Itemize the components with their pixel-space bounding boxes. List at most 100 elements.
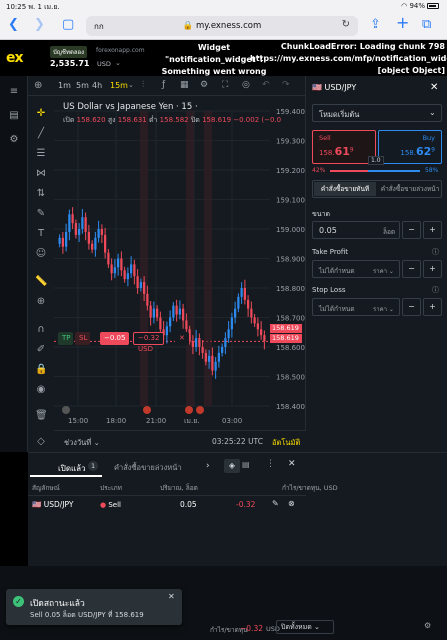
- brush-icon[interactable]: ✎: [35, 208, 47, 220]
- view-toggle-icon[interactable]: ◈: [224, 459, 240, 473]
- menu-icon[interactable]: ≡: [8, 86, 20, 98]
- eye-icon[interactable]: ◉: [35, 384, 47, 396]
- undo-icon[interactable]: ↶: [262, 80, 270, 90]
- chart-grid: [54, 110, 270, 407]
- zoom-in-icon[interactable]: ⊕: [35, 296, 47, 308]
- sell-button[interactable]: Sell 158.619: [312, 130, 376, 164]
- layout-icon[interactable]: ▦: [180, 80, 189, 90]
- magnet-icon[interactable]: ∩: [35, 324, 47, 336]
- back-icon[interactable]: ❮: [8, 18, 19, 32]
- text-tool-icon[interactable]: T: [35, 228, 47, 240]
- candle-body: [61, 237, 64, 247]
- timeframe-1m[interactable]: 1m: [58, 81, 71, 90]
- add-symbol-icon[interactable]: ⊕: [34, 80, 42, 91]
- auto-scale-button[interactable]: อัตโนมัติ: [272, 437, 300, 449]
- position-close-button[interactable]: ✕: [175, 332, 189, 345]
- candle-body: [182, 308, 185, 321]
- tab-pending-orders[interactable]: คำสั่งซื้อขายล่วงหน้า: [114, 462, 182, 474]
- toast-close-icon[interactable]: ✕: [168, 592, 175, 601]
- sl-unit-select[interactable]: ราคา ⌄: [373, 304, 394, 314]
- drawing-toolbar: ✛ ╱ ☰ ⋈ ⇅ ✎ T ☺ 📏 ⊕ ∩ ✐ 🔒 ◉ 🗑 ◇: [28, 96, 54, 452]
- y-tick-label: 159.300: [276, 138, 305, 146]
- pattern-icon[interactable]: ⋈: [35, 168, 47, 180]
- lock-drawing-icon[interactable]: ✐: [35, 344, 47, 356]
- share-icon[interactable]: ⇪: [370, 18, 381, 32]
- new-tab-icon[interactable]: +: [396, 15, 409, 31]
- buy-button[interactable]: Buy 158.629: [378, 130, 442, 164]
- redo-icon[interactable]: ↷: [282, 80, 290, 90]
- timeframe-dropdown-icon[interactable]: ⌄: [128, 81, 134, 89]
- time-axis: 15:00 18:00 21:00 เม.ย. 03:00: [62, 406, 242, 425]
- ruler-icon[interactable]: 📏: [35, 276, 47, 288]
- crosshair-icon[interactable]: ✛: [35, 108, 47, 120]
- sl-increase-button[interactable]: +: [423, 298, 442, 316]
- tab-market-order[interactable]: คำสั่งซื้อขายทันที: [314, 182, 376, 196]
- account-dropdown-icon[interactable]: ⌄: [115, 59, 121, 67]
- tp-decrease-button[interactable]: −: [402, 260, 421, 278]
- utc-clock[interactable]: 03:25:22 UTC: [212, 437, 263, 446]
- indicators-icon[interactable]: ƒ: [162, 80, 165, 90]
- fullscreen-icon[interactable]: ⛶: [222, 80, 228, 90]
- trades-close-icon[interactable]: ✕: [288, 459, 296, 469]
- timeframe-5m[interactable]: 5m: [76, 81, 89, 90]
- open-label: เปิด: [63, 116, 75, 124]
- camera-icon[interactable]: ◎: [242, 80, 250, 90]
- prediction-icon[interactable]: ⇅: [35, 188, 47, 200]
- footer-settings-icon[interactable]: ⚙: [424, 621, 431, 630]
- trendline-icon[interactable]: ╱: [35, 128, 47, 140]
- candle-body: [149, 305, 152, 318]
- group-view-icon[interactable]: ▤: [242, 460, 250, 469]
- sl-info-icon[interactable]: ⓘ: [432, 285, 439, 295]
- account-balance[interactable]: 2,535.71: [50, 59, 89, 68]
- emoji-icon[interactable]: ☺: [35, 248, 47, 260]
- position-sl-button[interactable]: SL: [75, 332, 90, 345]
- reload-icon[interactable]: ↻: [342, 19, 350, 30]
- more-options-icon[interactable]: ⋮: [266, 459, 275, 469]
- volume-decrease-button[interactable]: −: [402, 221, 421, 239]
- tabs-scroll-right-icon[interactable]: ›: [206, 461, 210, 471]
- volume-increase-button[interactable]: +: [423, 221, 442, 239]
- tab-pending-order[interactable]: คำสั่งซื้อขายล่วงหน้า: [379, 182, 441, 196]
- candlestick-chart[interactable]: 159.400159.300159.200159.100159.000158.9…: [54, 96, 306, 430]
- volume-input[interactable]: 0.05 ล็อต: [312, 221, 400, 239]
- close-position-icon[interactable]: ⊗: [288, 499, 295, 508]
- url-text[interactable]: 🔒 my.exness.com: [86, 21, 358, 31]
- chart-type-icon[interactable]: ⫶: [142, 80, 144, 90]
- address-bar[interactable]: กก 🔒 my.exness.com ↻: [86, 16, 358, 36]
- edit-position-icon[interactable]: ✎: [272, 499, 279, 508]
- position-tp-button[interactable]: TP: [58, 332, 73, 345]
- trash-icon[interactable]: 🗑: [35, 410, 48, 422]
- forward-icon[interactable]: ❯: [34, 18, 45, 32]
- favorites-icon[interactable]: ◇: [35, 436, 47, 448]
- tabs-icon[interactable]: ⧉: [422, 18, 431, 32]
- tp-info-icon[interactable]: ⓘ: [432, 247, 439, 257]
- order-mode-select[interactable]: โหมดเริ่มต้น ⌄: [312, 104, 442, 122]
- candle-body: [204, 352, 207, 362]
- stop-loss-input[interactable]: ไม่ได้กำหนด ราคา ⌄: [312, 298, 400, 316]
- symbol-header[interactable]: 🇺🇸 USD/JPY: [312, 83, 356, 92]
- col-pnl: กำไร/ขาดทุน, USD: [282, 484, 338, 492]
- panel-close-icon[interactable]: ✕: [430, 82, 438, 93]
- candle-body: [156, 308, 159, 318]
- account-currency: USD: [97, 60, 111, 68]
- date-range-button[interactable]: ช่วงวันที่ ⌄: [64, 437, 100, 449]
- tp-unit-select[interactable]: ราคา ⌄: [373, 266, 394, 276]
- settings-gear-icon[interactable]: ⚙: [200, 80, 208, 90]
- candle-body: [58, 237, 61, 244]
- take-profit-input[interactable]: ไม่ได้กำหนด ราคา ⌄: [312, 260, 400, 278]
- exness-logo[interactable]: ex: [6, 50, 24, 66]
- timeframe-15m[interactable]: 15m: [110, 81, 128, 90]
- tabs-overview-icon[interactable]: ▢: [62, 18, 74, 32]
- calendar-icon[interactable]: ▤: [8, 110, 20, 122]
- date-range-label: ช่วงวันที่: [64, 438, 92, 447]
- settings-icon[interactable]: ⚙: [8, 134, 20, 146]
- candle-body: [133, 264, 136, 277]
- table-row[interactable]: 🇺🇸 USD/JPY ● Sell 0.05 -0.32: [28, 495, 306, 513]
- lock-icon[interactable]: 🔒: [35, 364, 47, 376]
- close-all-button[interactable]: ปิดทั้งหมด ⌄: [276, 620, 334, 634]
- fib-icon[interactable]: ☰: [35, 148, 47, 160]
- tp-increase-button[interactable]: +: [423, 260, 442, 278]
- timeframe-4h[interactable]: 4h: [92, 81, 102, 90]
- tab-open-positions[interactable]: เปิดแล้ว 1: [30, 457, 102, 477]
- sl-decrease-button[interactable]: −: [402, 298, 421, 316]
